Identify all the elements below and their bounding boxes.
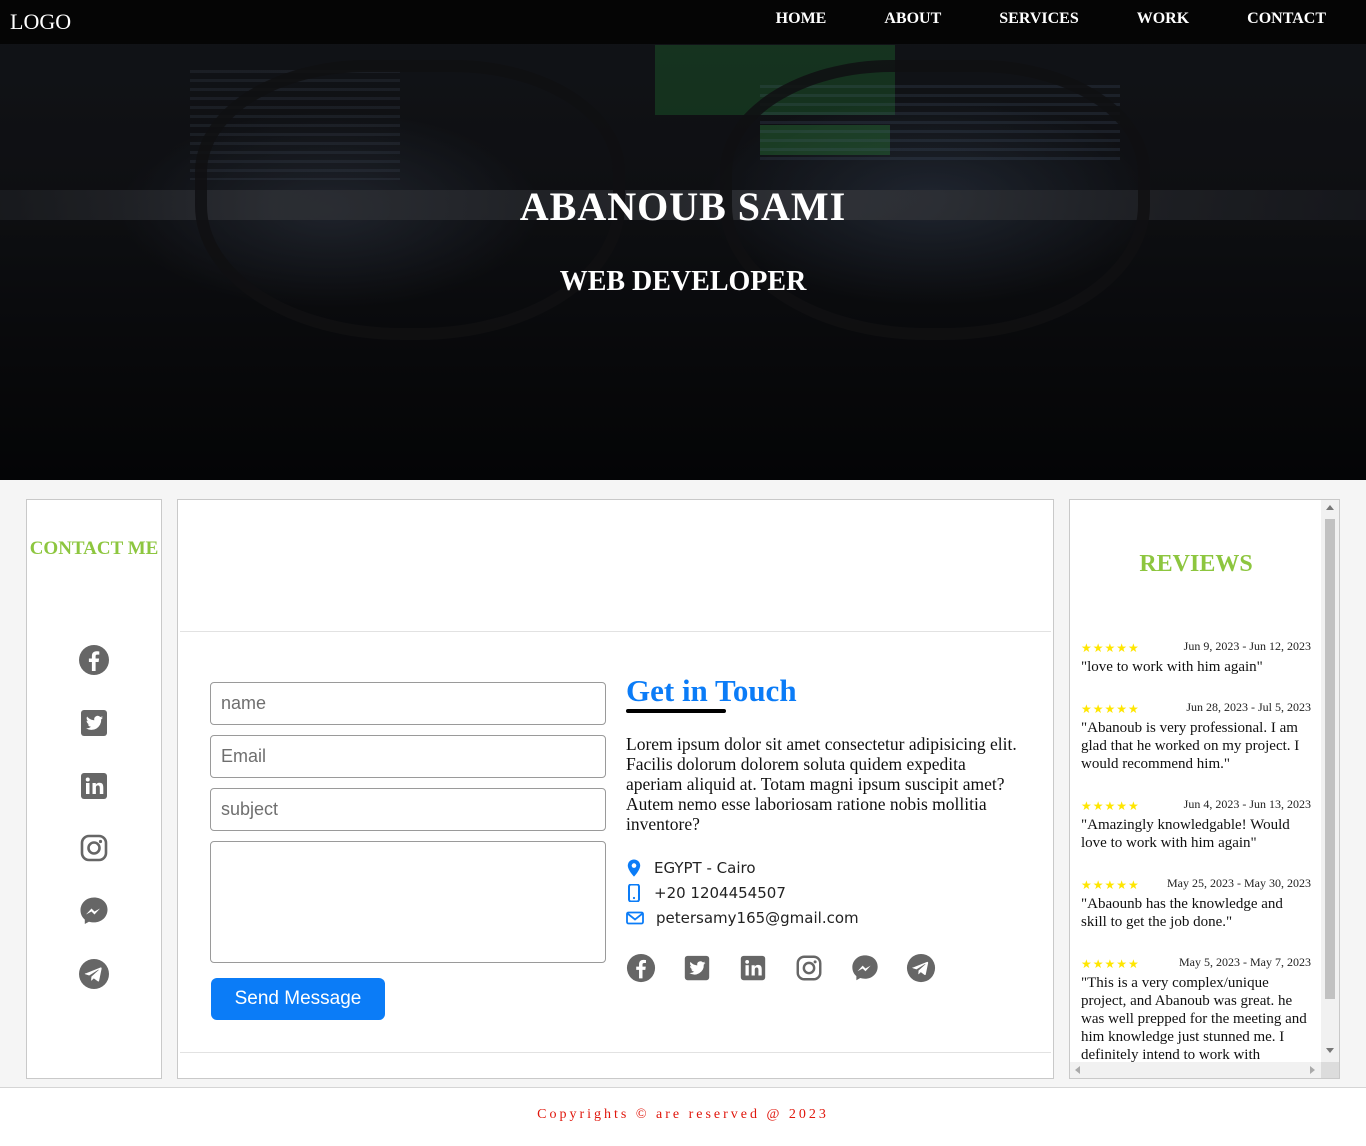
subject-input[interactable] [210,788,606,831]
facebook-icon[interactable] [626,953,656,983]
envelope-icon [626,911,644,925]
messenger-icon[interactable] [850,953,880,983]
star-rating: ★★★★★ [1081,641,1140,655]
contact-me-title: CONTACT ME [29,538,159,559]
review-date: Jun 4, 2023 - Jun 13, 2023 [1183,797,1311,811]
hero-role: WEB DEVELOPER [559,266,807,297]
scrollbar-corner [1321,1062,1339,1078]
hero-banner: ABANOUB SAMI WEB DEVELOPER [0,0,1366,480]
vertical-scrollbar[interactable] [1321,500,1339,1063]
review-text: "Amazingly knowledgable! Would love to w… [1081,817,1290,851]
hero-name: ABANOUB SAMI [519,184,847,229]
linkedin-icon[interactable] [738,953,768,983]
send-message-button[interactable]: Send Message [211,978,385,1020]
email-text: petersamy165@gmail.com [656,909,859,927]
linkedin-icon[interactable] [78,770,110,802]
email-input[interactable] [210,735,606,778]
review-item: ★★★★★ Jun 4, 2023 - Jun 13, 2023 "Amazin… [1081,797,1311,852]
scroll-down-arrow[interactable] [1326,1048,1334,1053]
phone-icon [628,884,640,902]
review-text: "Abanoub is very professional. I am glad… [1081,720,1300,772]
facebook-icon[interactable] [78,644,110,676]
nav-home[interactable]: HOME [776,0,827,44]
star-rating: ★★★★★ [1081,878,1140,892]
location-pin-icon [627,859,641,877]
get-in-touch-text: Lorem ipsum dolor sit amet consectetur a… [626,734,1017,834]
divider [180,631,1051,632]
contact-form-panel: Send Message Get in Touch Lorem ipsum do… [177,499,1054,1079]
reviews-title: REVIEWS [1139,551,1253,577]
social-links-vertical [78,644,110,1021]
copyright-text: Copyrights © are reserved @ 2023 [537,1107,829,1122]
message-textarea[interactable] [210,841,606,963]
review-date: Jun 9, 2023 - Jun 12, 2023 [1183,639,1311,653]
location-text: EGYPT - Cairo [654,859,756,877]
nav-work[interactable]: WORK [1137,0,1189,44]
footer: Copyrights © are reserved @ 2023 [0,1087,1366,1146]
get-in-touch-title: Get in Touch [626,673,797,708]
star-rating: ★★★★★ [1081,702,1140,716]
nav-contact[interactable]: CONTACT [1247,0,1326,44]
twitter-icon[interactable] [78,707,110,739]
nav-menu: HOME ABOUT SERVICES WORK CONTACT [718,0,1326,44]
title-underline [626,709,726,713]
telegram-icon[interactable] [78,958,110,990]
scroll-right-arrow[interactable] [1310,1066,1315,1074]
review-item: ★★★★★ May 5, 2023 - May 7, 2023 "This is… [1081,955,1311,1064]
nav-services[interactable]: SERVICES [999,0,1078,44]
logo[interactable]: LOGO [10,9,71,35]
nav-about[interactable]: ABOUT [884,0,941,44]
scroll-left-arrow[interactable] [1075,1066,1080,1074]
reviews-panel: REVIEWS ★★★★★ Jun 9, 2023 - Jun 12, 2023… [1069,499,1340,1079]
name-input[interactable] [210,682,606,725]
scrollbar-thumb[interactable] [1325,519,1335,999]
horizontal-scrollbar[interactable] [1070,1062,1322,1078]
instagram-icon[interactable] [794,953,824,983]
review-item: ★★★★★ Jun 9, 2023 - Jun 12, 2023 "love t… [1081,639,1311,676]
review-text: "This is a very complex/unique project, … [1081,975,1307,1063]
star-rating: ★★★★★ [1081,957,1140,971]
star-rating: ★★★★★ [1081,799,1140,813]
hero-overlay [0,0,1366,480]
email-row: petersamy165@gmail.com [626,907,859,929]
telegram-icon[interactable] [906,953,936,983]
review-text: "Abaounb has the knowledge and skill to … [1081,896,1283,930]
location-row: EGYPT - Cairo [626,857,756,879]
top-nav: LOGO HOME ABOUT SERVICES WORK CONTACT [0,0,1366,44]
instagram-icon[interactable] [78,832,110,864]
phone-text: +20 1204454507 [654,884,786,902]
phone-row: +20 1204454507 [626,882,786,904]
review-text: "love to work with him again" [1081,659,1263,675]
review-item: ★★★★★ Jun 28, 2023 - Jul 5, 2023 "Abanou… [1081,700,1311,773]
divider [180,1052,1051,1053]
messenger-icon[interactable] [78,895,110,927]
twitter-icon[interactable] [682,953,712,983]
scroll-up-arrow[interactable] [1326,505,1334,510]
social-links-horizontal [626,953,962,983]
contact-me-panel: CONTACT ME [26,499,162,1079]
review-date: May 5, 2023 - May 7, 2023 [1179,955,1311,969]
review-date: Jun 28, 2023 - Jul 5, 2023 [1186,700,1311,714]
review-item: ★★★★★ May 25, 2023 - May 30, 2023 "Abaou… [1081,876,1311,931]
review-date: May 25, 2023 - May 30, 2023 [1167,876,1311,890]
